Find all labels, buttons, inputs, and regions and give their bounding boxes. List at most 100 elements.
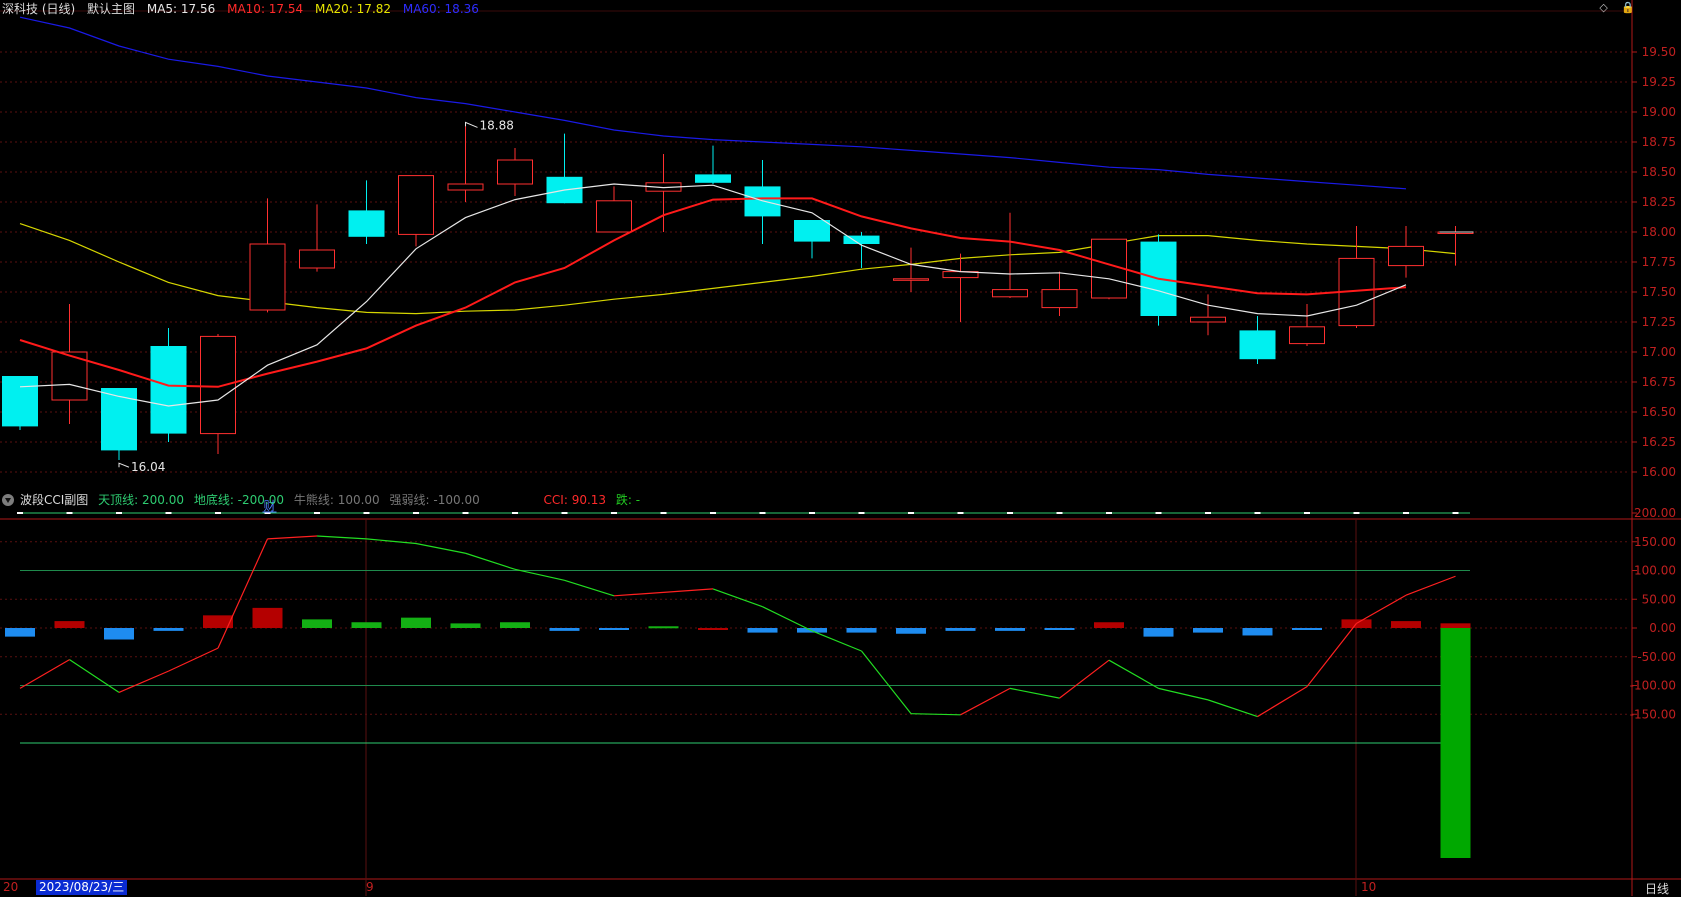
candle-body-down <box>695 174 731 183</box>
date-cursor-box: 2023/08/23/三 <box>36 880 128 895</box>
top-level-dot <box>908 512 914 514</box>
cci-histogram-bar <box>153 628 184 631</box>
cci-line-segment <box>118 670 169 693</box>
sub-chart-title[interactable]: 波段CCI副图 <box>20 493 88 507</box>
cci-histogram-bar <box>1193 628 1223 633</box>
cci-histogram-bar <box>351 622 382 628</box>
cci-histogram-bar <box>698 628 728 630</box>
sub-ytick-label: 0.00 <box>1649 621 1676 635</box>
cci-line-segment <box>267 535 318 540</box>
cci-histogram-bar <box>1440 623 1471 628</box>
cci-line-segment <box>19 659 70 689</box>
chart-canvas: 19.50 19.25 19.00 18.75 18.50 18.25 18.00 17.75… <box>0 0 1681 896</box>
sub-chart-header: 波段CCI副图 天顶线: 200.00 地底线: -200.00 牛熊线: 10… <box>2 491 646 508</box>
top-level-dot <box>66 512 73 514</box>
main-ytick-label: 17.00 <box>1642 345 1676 359</box>
cci-histogram-bar <box>104 628 134 640</box>
top-level-dot <box>512 512 518 514</box>
sub-item-top-line: 天顶线: 200.00 <box>98 493 184 507</box>
template-name[interactable]: 默认主图 <box>87 2 135 16</box>
top-level-dot <box>957 512 964 514</box>
cci-line-segment <box>217 538 269 649</box>
top-level-dot <box>1205 512 1211 514</box>
top-level-dot <box>1056 512 1063 514</box>
lock-icon[interactable]: 🔒 <box>1621 1 1635 14</box>
candle-body-up <box>249 243 286 311</box>
top-level-dot <box>462 512 469 514</box>
main-ytick-label: 19.25 <box>1642 75 1676 89</box>
top-level-dot <box>611 512 617 514</box>
cci-fall-bar <box>1440 628 1471 858</box>
cci-histogram-bar <box>1292 628 1322 630</box>
top-level-dot <box>561 512 568 514</box>
x-tick-month-9: 9 <box>366 880 374 894</box>
sub-ytick-label: 200.00 <box>1634 506 1676 520</box>
sub-item-cci: CCI: 90.13 <box>543 493 607 507</box>
collapse-icon[interactable] <box>2 494 14 506</box>
x-tick-month-10: 10 <box>1361 880 1377 894</box>
cci-histogram-bar <box>648 626 679 629</box>
sub-ytick-label: -50.00 <box>1637 650 1676 664</box>
main-ytick-label: 18.25 <box>1642 195 1676 209</box>
cci-histogram-bar <box>1391 621 1421 628</box>
cci-line-segment <box>811 630 862 652</box>
candle-body-up <box>992 289 1028 298</box>
cci-histogram-bar <box>500 622 530 628</box>
candle-body-down <box>2 376 38 427</box>
top-level-dot <box>1304 512 1310 514</box>
high-pointer <box>465 121 478 128</box>
cci-line-segment <box>910 713 961 716</box>
candle-body-down <box>794 220 830 242</box>
cci-histogram-bar <box>1094 622 1124 628</box>
cci-line-segment <box>564 579 615 597</box>
sub-ytick-label: 100.00 <box>1634 564 1676 578</box>
top-level-dot <box>17 512 23 514</box>
top-level-dot <box>1155 512 1162 514</box>
candle-body-up <box>596 200 632 233</box>
candle-body-down <box>150 346 187 434</box>
main-ytick-label: 19.50 <box>1642 45 1676 59</box>
main-ytick-label: 16.00 <box>1642 465 1676 479</box>
cci-histogram-bar <box>896 628 926 634</box>
main-ytick-label: 18.50 <box>1642 165 1676 179</box>
x-tick-left-clip: 20 <box>3 880 19 894</box>
cci-line-segment <box>465 552 516 570</box>
cci-line-segment <box>1059 659 1110 699</box>
candle-body-up <box>1289 326 1325 345</box>
candle-body-up <box>1041 289 1078 309</box>
cci-line-segment <box>1108 659 1159 689</box>
cci-line-segment <box>712 588 763 608</box>
sub-ytick-label: 150.00 <box>1634 535 1676 549</box>
sub-item-strength: 强弱线: -100.00 <box>389 493 480 507</box>
candle-body-up <box>893 278 929 281</box>
candle-body-down <box>348 210 385 237</box>
stock-title[interactable]: 深科技 (日线) <box>2 2 75 16</box>
frequency-label[interactable]: 日线 <box>1645 880 1669 897</box>
high-label: 18.88 <box>480 118 514 132</box>
cci-line-segment <box>613 591 664 597</box>
candle-body-up <box>200 335 236 435</box>
cci-histogram-bar <box>450 623 481 628</box>
candle-body-up <box>447 183 484 191</box>
top-level-dot <box>1353 512 1360 514</box>
cci-line-segment <box>1158 687 1209 701</box>
top-level-dot <box>660 512 667 514</box>
cci-line-segment <box>1405 575 1456 596</box>
sub-item-bull-bear: 牛熊线: 100.00 <box>293 493 380 507</box>
top-level-dot <box>1254 512 1261 514</box>
main-ytick-label: 17.75 <box>1642 255 1676 269</box>
cci-histogram-bar <box>549 628 580 631</box>
cci-line-segment <box>168 647 219 672</box>
main-ytick-label: 17.50 <box>1642 285 1676 299</box>
candle-body-up <box>497 159 533 185</box>
cci-line-segment <box>1009 687 1060 699</box>
cci-histogram-bar <box>1242 628 1273 636</box>
ma20-label: MA20: 17.82 <box>314 2 392 16</box>
diamond-icon[interactable]: ◇ <box>1599 1 1607 14</box>
cci-line-segment <box>1257 686 1308 718</box>
cci-histogram-bar <box>252 607 283 628</box>
candle-body-up <box>398 175 434 235</box>
ma60-label: MA60: 18.36 <box>402 2 479 16</box>
cci-histogram-bar <box>945 628 976 631</box>
top-level-dot <box>1403 512 1409 514</box>
